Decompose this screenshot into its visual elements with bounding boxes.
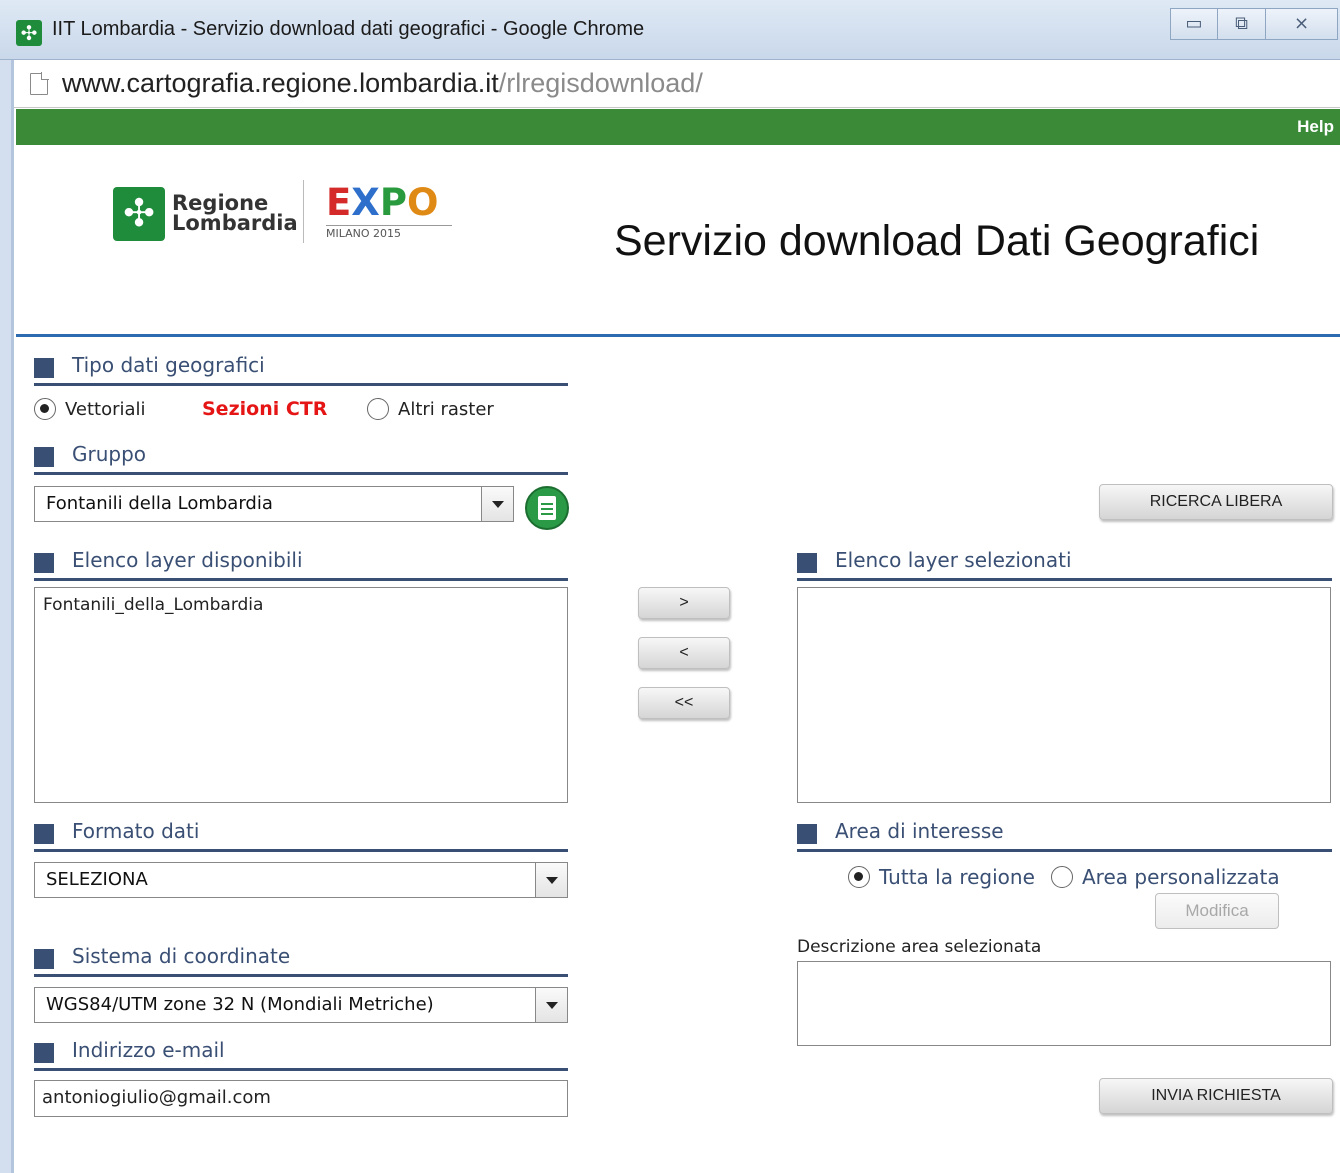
radio-area-personalizzata[interactable]: Area personalizzata [1051, 865, 1280, 889]
url-path: /rlregisdownload/ [498, 68, 703, 98]
formato-selected-value: SELEZIONA [46, 869, 148, 890]
top-green-bar: Help [16, 109, 1340, 145]
section-layer-selezionati: Elenco layer selezionati [797, 545, 1332, 581]
layer-selezionati-list[interactable] [797, 587, 1331, 803]
section-square-icon [797, 824, 817, 844]
section-square-icon [34, 358, 54, 378]
gruppo-selected-value: Fontanili della Lombardia [46, 493, 273, 514]
section-sistema-coordinate: Sistema di coordinate [34, 941, 568, 977]
window-controls: ▭ ⧉ ⨯ [1170, 8, 1338, 40]
invia-richiesta-button[interactable]: INVIA RICHIESTA [1099, 1078, 1333, 1114]
section-email: Indirizzo e-mail [34, 1035, 568, 1071]
maximize-icon[interactable]: ⧉ [1218, 8, 1266, 40]
section-label: Area di interesse [835, 819, 1004, 843]
regione-lombardia-logo: ✣ [113, 187, 165, 241]
area-description-label: Descrizione area selezionata [797, 937, 1042, 957]
coordinate-select[interactable]: WGS84/UTM zone 32 N (Mondiali Metriche) [34, 987, 568, 1023]
expo-subtitle: MILANO 2015 [326, 225, 452, 240]
modifica-button[interactable]: Modifica [1155, 893, 1279, 929]
section-gruppo: Gruppo [34, 439, 568, 475]
section-layer-disponibili: Elenco layer disponibili [34, 545, 568, 581]
layer-disponibili-list[interactable]: Fontanili_della_Lombardia [34, 587, 568, 803]
radio-label: Area personalizzata [1082, 865, 1280, 889]
window-frame [0, 60, 14, 1173]
logo-divider [303, 180, 304, 243]
logo-text-line2: Lombardia [172, 211, 298, 235]
add-layer-button[interactable]: > [638, 587, 730, 619]
section-label: Sistema di coordinate [72, 944, 291, 968]
radio-vettoriali[interactable]: Vettoriali [34, 398, 146, 420]
close-icon[interactable]: ⨯ [1266, 8, 1338, 40]
expo-logo: E X P O [326, 181, 439, 224]
url-text[interactable]: www.cartografia.regione.lombardia.it/rlr… [62, 68, 703, 99]
expo-letter-p: P [379, 181, 407, 224]
page-title: Servizio download Dati Geografici [614, 217, 1260, 265]
remove-all-layers-button[interactable]: << [638, 687, 730, 719]
chevron-down-icon[interactable] [535, 863, 567, 897]
radio-label: Vettoriali [65, 398, 146, 420]
section-label: Formato dati [72, 819, 200, 843]
expo-letter-e: E [326, 181, 352, 224]
email-field[interactable]: antoniogiulio@gmail.com [34, 1080, 568, 1117]
page-header: ✣ Regione Lombardia E X P O MILANO 2015 … [16, 145, 1340, 337]
section-square-icon [34, 447, 54, 467]
remove-layer-button[interactable]: < [638, 637, 730, 669]
help-link[interactable]: Help [1297, 117, 1334, 137]
section-label: Indirizzo e-mail [72, 1038, 225, 1062]
section-square-icon [34, 949, 54, 969]
list-item[interactable]: Fontanili_della_Lombardia [43, 595, 559, 615]
area-description-field[interactable] [797, 961, 1331, 1046]
section-square-icon [797, 553, 817, 573]
address-bar[interactable]: www.cartografia.regione.lombardia.it/rlr… [14, 60, 1340, 108]
page-icon [30, 72, 49, 95]
section-label: Gruppo [72, 442, 147, 466]
sezioni-ctr-link[interactable]: Sezioni CTR [202, 398, 327, 420]
section-label: Elenco layer disponibili [72, 548, 303, 572]
section-square-icon [34, 1043, 54, 1063]
coordinate-selected-value: WGS84/UTM zone 32 N (Mondiali Metriche) [46, 994, 434, 1015]
formato-select[interactable]: SELEZIONA [34, 862, 568, 898]
radio-altri-raster[interactable]: Altri raster [367, 398, 494, 420]
expo-letter-x: X [351, 181, 380, 224]
radio-selected-icon [34, 398, 56, 420]
section-square-icon [34, 553, 54, 573]
radio-unselected-icon [1051, 866, 1073, 888]
radio-tutta-regione[interactable]: Tutta la regione [848, 865, 1035, 889]
radio-label: Altri raster [398, 398, 494, 420]
section-label: Tipo dati geografici [72, 353, 265, 377]
expo-letter-o: O [406, 181, 439, 224]
chevron-down-icon[interactable] [481, 487, 513, 521]
radio-selected-icon [848, 866, 870, 888]
section-area-interesse: Area di interesse [797, 816, 1332, 852]
section-formato-dati: Formato dati [34, 816, 568, 852]
window-titlebar: ✣ IIT Lombardia - Servizio download dati… [0, 0, 1340, 60]
radio-unselected-icon [367, 398, 389, 420]
minimize-icon[interactable]: ▭ [1170, 8, 1218, 40]
section-label: Elenco layer selezionati [835, 548, 1072, 572]
regione-lombardia-icon: ✣ [16, 20, 42, 46]
chevron-down-icon[interactable] [535, 988, 567, 1022]
metadata-document-icon[interactable] [525, 486, 569, 530]
window-title: IIT Lombardia - Servizio download dati g… [52, 18, 645, 40]
radio-label: Tutta la regione [879, 865, 1035, 889]
section-square-icon [34, 824, 54, 844]
url-host: www.cartografia.regione.lombardia.it [62, 68, 499, 98]
section-tipo-dati: Tipo dati geografici [34, 350, 568, 386]
gruppo-select[interactable]: Fontanili della Lombardia [34, 486, 514, 522]
ricerca-libera-button[interactable]: RICERCA LIBERA [1099, 484, 1333, 520]
